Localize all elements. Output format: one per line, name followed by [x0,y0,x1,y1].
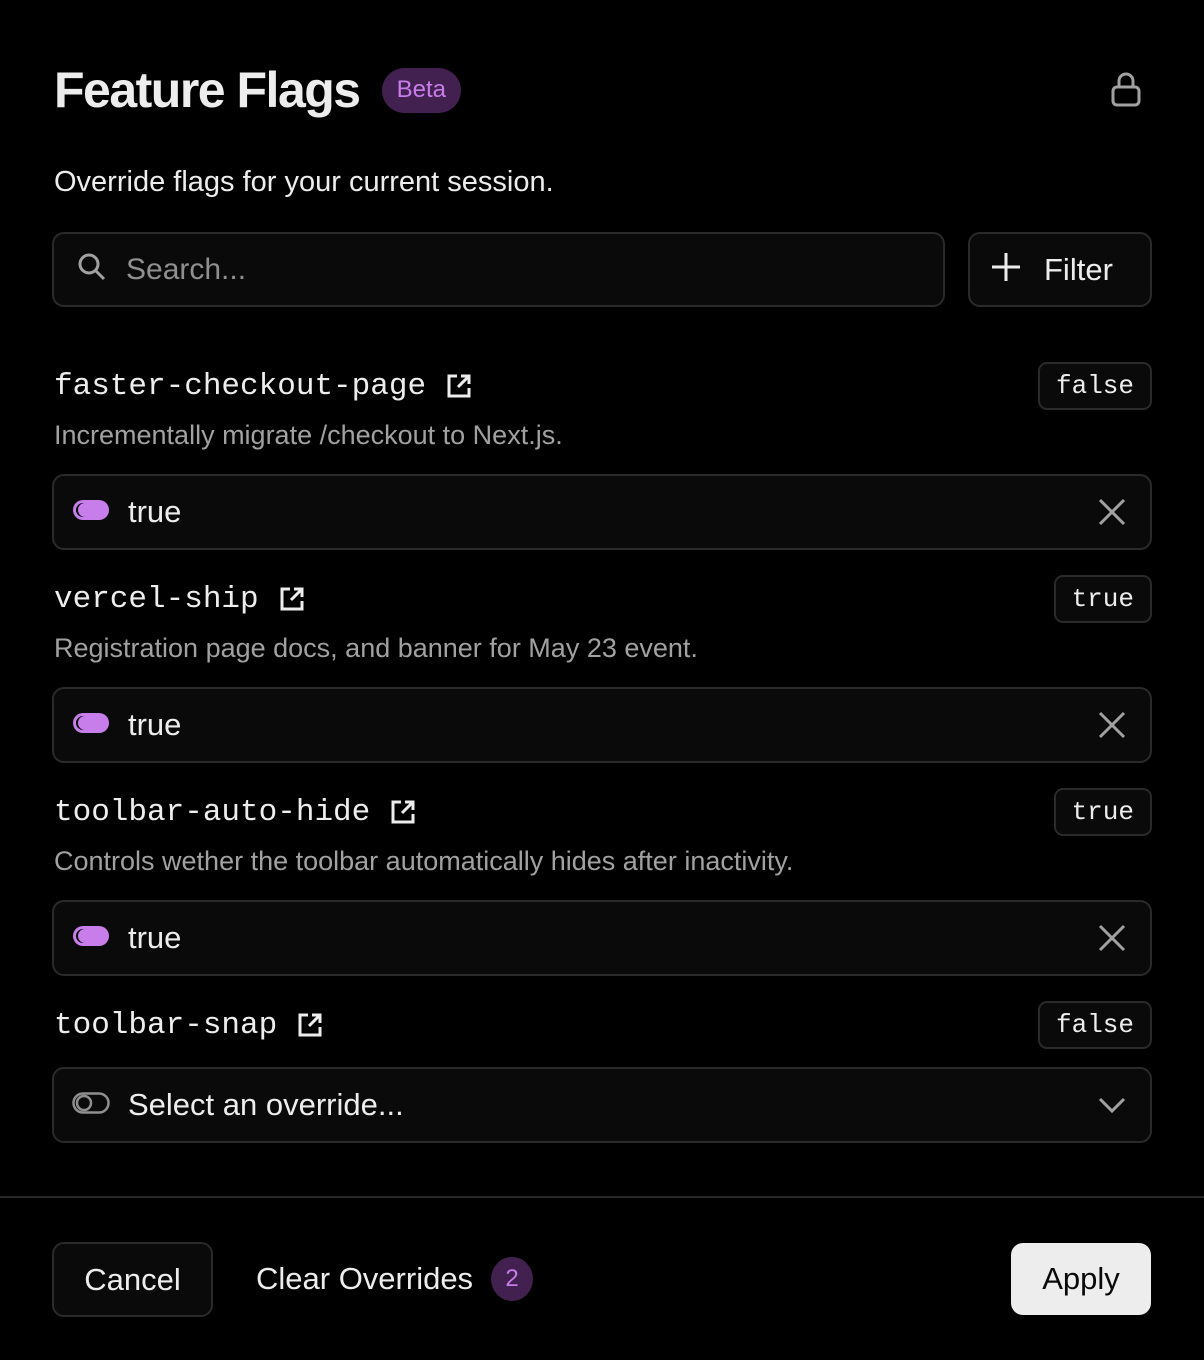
toggle-on-icon [72,712,110,739]
flag-description: Registration page docs, and banner for M… [54,633,698,663]
flag-name: vercel-ship [54,581,259,617]
search-box[interactable] [52,232,945,307]
apply-button[interactable]: Apply [1011,1243,1151,1315]
lock-icon[interactable] [1108,70,1144,110]
flag-item: faster-checkout-page false Incrementally… [52,362,1152,550]
override-select[interactable]: true [52,474,1152,550]
override-select[interactable]: Select an override... [52,1067,1152,1143]
external-link-icon[interactable] [279,586,305,612]
toggle-off-icon [72,1091,110,1119]
external-link-icon[interactable] [390,799,416,825]
default-value-badge: true [1053,788,1152,836]
flag-name: toolbar-auto-hide [54,794,371,830]
toggle-on-icon [72,925,110,952]
override-placeholder: Select an override... [128,1087,404,1122]
footer-divider [0,1196,1204,1198]
default-value-badge: false [1037,362,1152,410]
override-select[interactable]: true [52,900,1152,976]
clear-overrides-label: Clear Overrides [256,1261,474,1296]
override-value: true [128,494,182,529]
flag-item: vercel-ship true Registration page docs,… [52,575,1152,763]
search-icon [76,251,108,288]
override-count-badge: 2 [491,1257,534,1301]
close-icon[interactable] [1096,496,1128,528]
header: Feature Flags Beta [54,62,1152,118]
close-icon[interactable] [1096,922,1128,954]
clear-overrides-button[interactable]: Clear Overrides 2 [256,1256,534,1302]
chevron-down-icon[interactable] [1096,1089,1128,1121]
plus-icon [990,251,1022,288]
flag-name: faster-checkout-page [54,368,427,404]
search-input[interactable] [126,252,886,287]
override-value: true [128,920,182,955]
default-value-badge: false [1037,1001,1152,1049]
external-link-icon[interactable] [297,1012,323,1038]
flag-name: toolbar-snap [54,1007,278,1043]
flag-description: Controls wether the toolbar automaticall… [54,846,794,876]
toggle-on-icon [72,499,110,526]
default-value-badge: true [1053,575,1152,623]
beta-badge: Beta [381,67,461,113]
flag-description: Incrementally migrate /checkout to Next.… [54,420,563,450]
flag-item: toolbar-auto-hide true Controls wether t… [52,788,1152,976]
filter-label: Filter [1044,251,1113,287]
override-value: true [128,707,182,742]
close-icon[interactable] [1096,709,1128,741]
flag-item: toolbar-snap false Select an override... [52,1001,1152,1143]
filter-button[interactable]: Filter [968,232,1152,307]
page-subtitle: Override flags for your current session. [54,166,554,198]
cancel-button[interactable]: Cancel [52,1242,213,1317]
page-title: Feature Flags [54,62,361,118]
external-link-icon[interactable] [446,373,472,399]
override-select[interactable]: true [52,687,1152,763]
